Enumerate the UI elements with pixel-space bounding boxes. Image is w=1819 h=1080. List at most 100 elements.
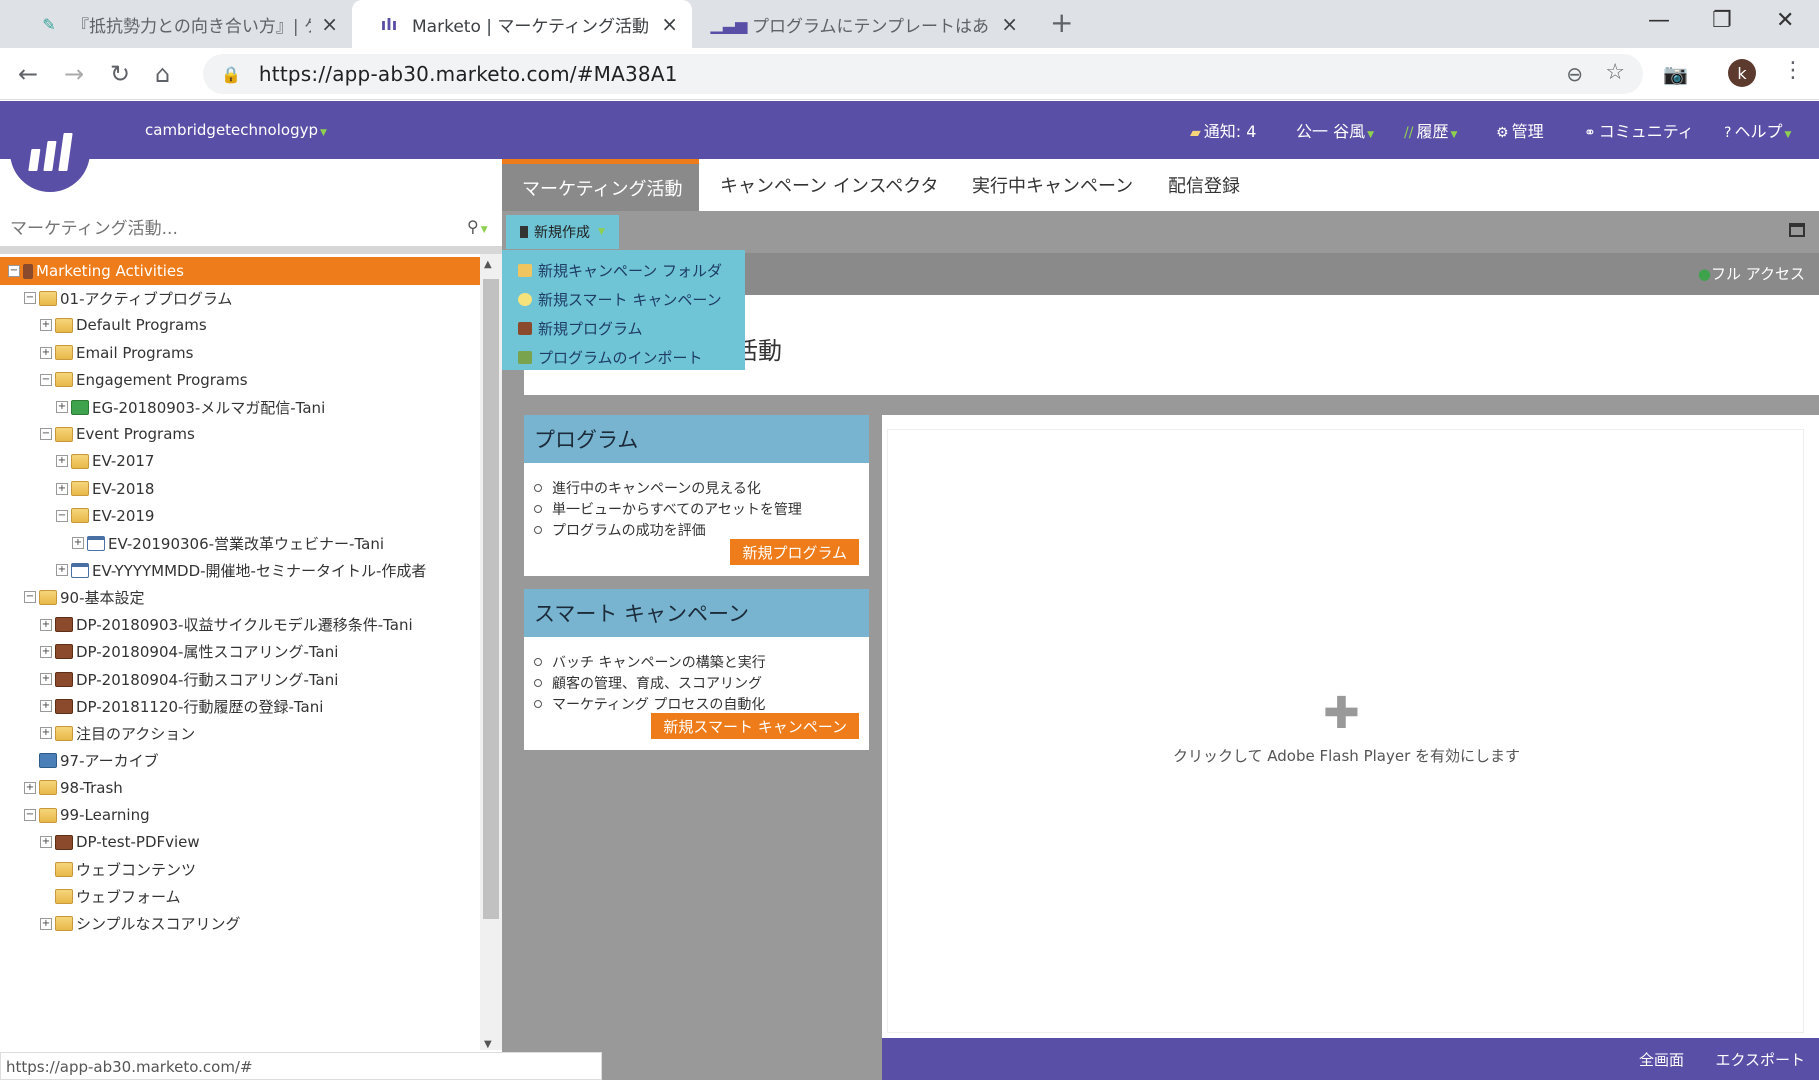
- tree-node[interactable]: − 99-Learning: [24, 801, 150, 829]
- tree-node[interactable]: ウェブコンテンツ: [40, 855, 196, 883]
- forward-icon[interactable]: →: [64, 60, 84, 88]
- tab-marketing-activities[interactable]: マーケティング活動: [502, 159, 699, 211]
- tree-node[interactable]: + 注目のアクション: [40, 719, 195, 747]
- user-menu[interactable]: 公一 谷風 ▼: [1296, 118, 1374, 142]
- menu-item-new-program[interactable]: 新規プログラム: [502, 314, 745, 343]
- tab-subscriptions[interactable]: 配信登録: [1168, 159, 1240, 211]
- expand-icon[interactable]: +: [56, 564, 68, 577]
- window-close-icon[interactable]: ✕: [1776, 8, 1794, 33]
- admin-link[interactable]: ⚙ 管理: [1496, 118, 1544, 142]
- expand-icon[interactable]: +: [40, 319, 52, 332]
- expand-icon[interactable]: +: [40, 673, 52, 685]
- close-tab-icon[interactable]: ×: [321, 12, 338, 36]
- tree-node[interactable]: − 01-アクティブプログラム: [24, 284, 232, 312]
- tree-node[interactable]: + EV-2017: [56, 447, 154, 475]
- tree-node[interactable]: + シンプルなスコアリング: [40, 910, 241, 938]
- menu-item-new-campaign-folder[interactable]: 新規キャンペーン フォルダ: [502, 256, 745, 285]
- tree-node[interactable]: + DP-20180904-属性スコアリング-Tani: [40, 638, 338, 666]
- browser-tab-1[interactable]: ✎ 『抵抗勢力との向き合い方』| ケンブ ×: [12, 0, 352, 48]
- marketo-logo[interactable]: [10, 112, 90, 192]
- menu-item-import-program[interactable]: プログラムのインポート: [502, 343, 745, 372]
- tree-node[interactable]: + DP-test-PDFview: [40, 828, 200, 856]
- fullscreen-button[interactable]: 全画面: [1639, 1049, 1684, 1070]
- expand-icon[interactable]: +: [72, 537, 84, 549]
- browser-tab-2[interactable]: ılı Marketo | マーケティング活動 ×: [352, 0, 692, 48]
- new-program-button[interactable]: 新規プログラム: [730, 539, 859, 565]
- camera-icon[interactable]: 📷: [1663, 62, 1688, 86]
- expand-icon[interactable]: +: [56, 482, 68, 495]
- restore-icon[interactable]: ❐: [1712, 8, 1732, 33]
- flash-panel: ✚ クリックして Adobe Flash Player を有効にします 全画面 …: [882, 415, 1819, 1080]
- tree-node[interactable]: 97-アーカイブ: [24, 747, 159, 775]
- expand-icon[interactable]: +: [56, 401, 68, 413]
- tree-scrollbar-thumb[interactable]: [483, 279, 499, 919]
- notifications-button[interactable]: ▰ 通知: 4: [1190, 118, 1256, 142]
- back-icon[interactable]: ←: [18, 60, 38, 88]
- close-tab-icon[interactable]: ×: [1001, 12, 1018, 36]
- menu-item-new-smart-campaign[interactable]: 新規スマート キャンペーン: [502, 285, 745, 314]
- tree-node[interactable]: + DP-20180904-行動スコアリング-Tani: [40, 665, 338, 693]
- collapse-icon[interactable]: −: [8, 265, 20, 277]
- avatar[interactable]: k: [1728, 59, 1756, 87]
- tree-node[interactable]: − Engagement Programs: [40, 366, 248, 394]
- scroll-up-icon[interactable]: ▲: [484, 259, 492, 270]
- bookmark-star-icon[interactable]: ☆: [1605, 60, 1625, 85]
- collapse-icon[interactable]: −: [40, 373, 52, 386]
- tree-node[interactable]: − EV-2019: [56, 502, 154, 530]
- collapse-icon[interactable]: −: [40, 428, 52, 441]
- close-tab-icon[interactable]: ×: [661, 12, 678, 36]
- expand-icon[interactable]: +: [40, 700, 52, 713]
- collapse-icon[interactable]: −: [24, 292, 36, 305]
- expand-icon[interactable]: +: [40, 917, 52, 930]
- window-icon[interactable]: [1789, 223, 1805, 237]
- tree-node[interactable]: + EV-20190306-営業改革ウェビナー-Tani: [72, 529, 384, 557]
- expand-icon[interactable]: +: [40, 346, 52, 359]
- tree-node[interactable]: +98-Trash: [24, 774, 123, 802]
- expand-icon[interactable]: +: [40, 618, 52, 631]
- tree-root-marketing-activities[interactable]: − Marketing Activities: [0, 257, 480, 285]
- tree-node[interactable]: + EV-YYYYMMDD-開催地-セミナータイトル-作成者: [56, 556, 426, 584]
- flash-placeholder[interactable]: ✚ クリックして Adobe Flash Player を有効にします: [887, 429, 1804, 1033]
- tree-node[interactable]: + EG-20180903-メルマガ配信-Tani: [56, 393, 325, 421]
- prog-icon: [55, 644, 73, 660]
- collapse-icon[interactable]: −: [24, 591, 36, 604]
- menu-kebab-icon[interactable]: ⋮: [1782, 58, 1804, 83]
- new-button[interactable]: 新規作成 ▼: [506, 215, 619, 249]
- reload-icon[interactable]: ↻: [110, 60, 130, 88]
- new-tab-icon[interactable]: +: [1050, 9, 1073, 37]
- help-menu[interactable]: ? ヘルプ ▼: [1724, 118, 1791, 142]
- browser-tab-3[interactable]: ▁▃▅ プログラムにテンプレートはありますでし ×: [692, 0, 1032, 48]
- gear-icon: ⚙: [1496, 125, 1509, 141]
- new-smart-campaign-button[interactable]: 新規スマート キャンペーン: [651, 713, 859, 739]
- history-menu[interactable]: //履歴 ▼: [1404, 118, 1457, 142]
- collapse-icon[interactable]: −: [56, 509, 68, 522]
- flash-footer: 全画面 エクスポート: [882, 1038, 1819, 1080]
- export-button[interactable]: エクスポート: [1715, 1049, 1805, 1070]
- tree-node[interactable]: + Default Programs: [40, 311, 207, 339]
- tree-node[interactable]: − Event Programs: [40, 420, 195, 448]
- note-icon: ▰: [1190, 125, 1201, 141]
- tab-running-campaigns[interactable]: 実行中キャンペーン: [972, 159, 1133, 211]
- tree-node[interactable]: + Email Programs: [40, 339, 194, 367]
- scroll-down-icon[interactable]: ▼: [484, 1039, 492, 1050]
- collapse-icon[interactable]: −: [24, 809, 36, 821]
- home-icon[interactable]: ⌂: [155, 60, 170, 88]
- community-link[interactable]: ⚭ コミュニティ: [1584, 118, 1694, 142]
- tree-search-input[interactable]: [10, 217, 470, 241]
- workspace-selector[interactable]: cambridgetechnologyp ▼: [145, 121, 327, 139]
- expand-icon[interactable]: +: [40, 836, 52, 849]
- tree-node[interactable]: − 90-基本設定: [24, 583, 145, 611]
- tree-node[interactable]: + DP-20180903-収益サイクルモデル遷移条件-Tani: [40, 611, 413, 639]
- expand-icon[interactable]: +: [40, 645, 52, 658]
- expand-icon[interactable]: +: [40, 727, 52, 740]
- expand-icon[interactable]: +: [56, 455, 68, 468]
- zoom-icon[interactable]: ⊖: [1566, 62, 1583, 86]
- minimize-icon[interactable]: —: [1648, 8, 1670, 33]
- tab-campaign-inspector[interactable]: キャンペーン インスペクタ: [720, 159, 938, 211]
- tree-node[interactable]: + DP-20181120-行動履歴の登録-Tani: [40, 692, 323, 720]
- search-options-icon[interactable]: ⚲ ▼: [467, 217, 488, 236]
- expand-icon[interactable]: +: [24, 781, 36, 794]
- tree-node[interactable]: + EV-2018: [56, 475, 154, 503]
- url-field[interactable]: 🔒 https://app-ab30.marketo.com/#MA38A1 ⊖…: [203, 54, 1643, 94]
- tree-node[interactable]: ウェブフォーム: [40, 883, 181, 911]
